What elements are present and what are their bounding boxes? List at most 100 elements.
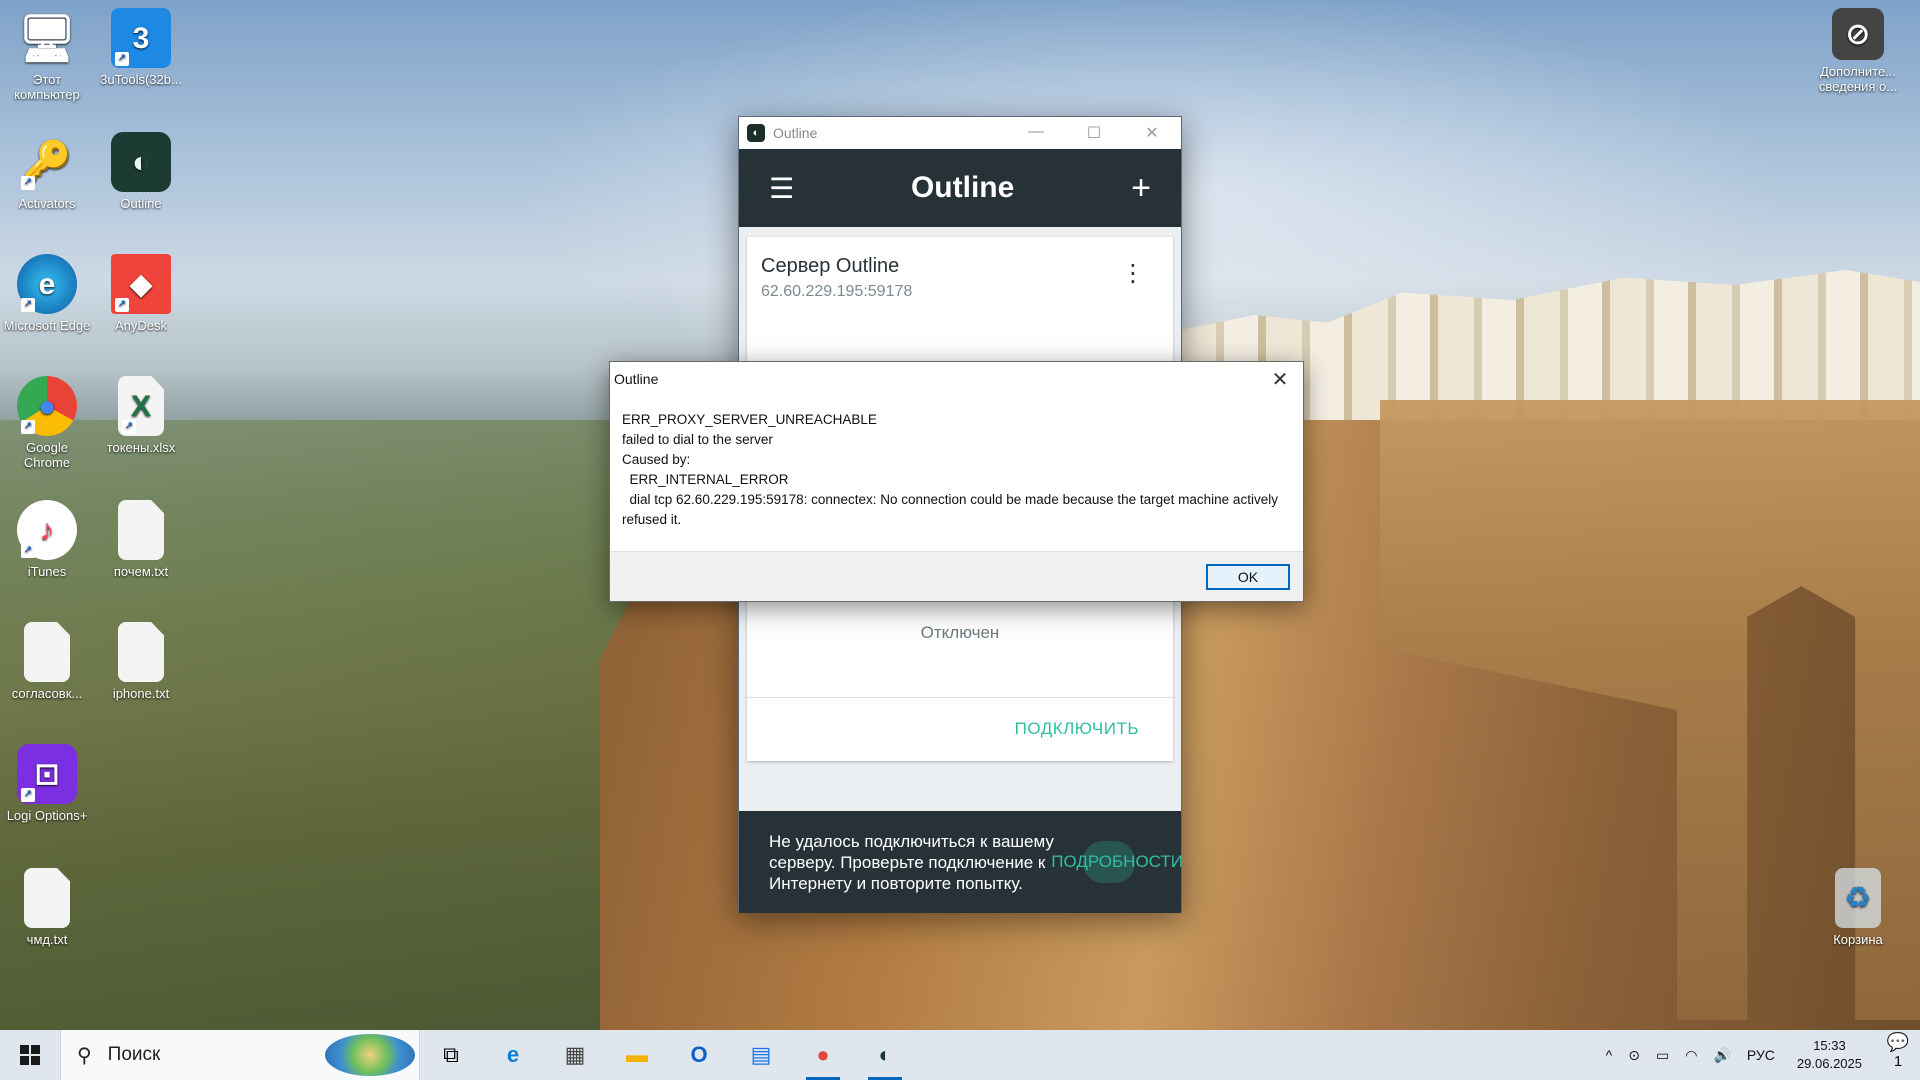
desktop-icon-label: Microsoft Edge xyxy=(3,318,91,333)
minimize-button[interactable]: — xyxy=(1007,123,1065,143)
outline-app-icon: ◐ xyxy=(747,124,765,142)
dialog-titlebar[interactable]: Outline ✕ xyxy=(610,362,1303,396)
search-placeholder: Поиск xyxy=(107,1044,161,1065)
recycle-bin-icon: ♻ xyxy=(1835,868,1881,928)
desktop-icon-outline[interactable]: ◐ Outline xyxy=(96,132,186,211)
desktop-icon-itunes[interactable]: ♪ ↗ iTunes xyxy=(2,500,92,579)
folder-icon: ▬ xyxy=(626,1042,648,1067)
connection-status: Отключен xyxy=(920,623,1000,642)
dialog-title: Outline xyxy=(614,371,659,387)
desktop-icon-edge[interactable]: e ↗ Microsoft Edge xyxy=(2,254,92,333)
desktop-icon-recycle-bin[interactable]: ♻ Корзина xyxy=(1806,868,1910,947)
taskbar-calendar[interactable]: ▤ xyxy=(730,1030,792,1080)
taskbar-search[interactable]: ⚲ Поиск xyxy=(60,1030,420,1080)
notification-icon: 💬 xyxy=(1886,1032,1910,1052)
logi-options-icon: ⊡ ↗ xyxy=(17,744,77,804)
taskbar-file-explorer[interactable]: ▬ xyxy=(606,1030,668,1080)
desktop-icon-label: AnyDesk xyxy=(114,318,168,333)
desktop-icon-label: чмд.txt xyxy=(26,932,68,947)
computer-icon: 🖥 xyxy=(17,11,77,64)
taskbar-calculator[interactable]: ▦ xyxy=(544,1030,606,1080)
snackbar-message: Не удалось подключиться к вашему серверу… xyxy=(769,832,1054,893)
chrome-icon: ● ↗ xyxy=(17,376,77,436)
card-divider xyxy=(747,697,1173,698)
taskbar-chrome[interactable]: ● xyxy=(792,1030,854,1080)
desktop-icon-label: Дополните... сведения о... xyxy=(1818,64,1898,94)
taskbar-outline[interactable]: ◐ xyxy=(854,1030,916,1080)
shortcut-arrow-icon: ↗ xyxy=(21,420,35,434)
desktop-icon-label: почем.txt xyxy=(113,564,169,579)
search-highlight-art xyxy=(325,1034,415,1076)
desktop-icon-label: Корзина xyxy=(1833,932,1883,947)
desktop-icon-tokens-xlsx[interactable]: X ↗ токены.xlsx xyxy=(96,376,186,455)
desktop-icon-soglasovk[interactable]: согласовк... xyxy=(2,622,92,701)
desktop-icon-iphone-txt[interactable]: iphone.txt xyxy=(96,622,186,701)
edge-icon: e ↗ xyxy=(17,254,77,314)
desktop-icon-label: Google Chrome xyxy=(23,440,71,470)
outlook-icon: O xyxy=(690,1042,708,1067)
excel-file-icon: X ↗ xyxy=(118,376,164,436)
system-tray: ^ ⊙ ▭ ◠ 🔊 РУС 15:33 29.06.2025 💬 1 xyxy=(1598,1030,1920,1080)
notification-count-badge: 1 xyxy=(1893,1053,1903,1070)
add-server-button[interactable]: + xyxy=(1131,169,1151,208)
clock-time: 15:33 xyxy=(1813,1038,1846,1053)
desktop-icon-3utools[interactable]: 3 ↗ 3uTools(32b... xyxy=(96,8,186,87)
desktop-icon-additional-info[interactable]: ⊘ Дополните... сведения о... xyxy=(1806,8,1910,94)
shortcut-arrow-icon: ↗ xyxy=(122,420,136,434)
server-address: 62.60.229.195:59178 xyxy=(761,283,913,300)
hamburger-menu-icon[interactable]: ☰ xyxy=(769,172,794,205)
dialog-close-button[interactable]: ✕ xyxy=(1257,367,1303,392)
text-file-icon xyxy=(24,622,70,682)
task-view-button[interactable]: ⧉ xyxy=(420,1030,482,1080)
outline-window-titlebar[interactable]: ◐ Outline — ☐ ✕ xyxy=(739,117,1181,149)
notification-center-button[interactable]: 💬 1 xyxy=(1876,1032,1920,1078)
details-button[interactable]: ПОДРОБНОСТИ xyxy=(1051,851,1183,872)
start-button[interactable] xyxy=(0,1030,60,1080)
dialog-footer: OK xyxy=(610,551,1303,601)
desktop-icon-label: Outline xyxy=(120,196,162,211)
taskbar-outlook[interactable]: O xyxy=(668,1030,730,1080)
desktop-icon-chrome[interactable]: ● ↗ Google Chrome xyxy=(2,376,92,470)
shortcut-arrow-icon: ↗ xyxy=(21,544,35,558)
windows-logo-icon xyxy=(20,1045,40,1065)
dialog-message: ERR_PROXY_SERVER_UNREACHABLE failed to d… xyxy=(622,412,1278,527)
volume-icon[interactable]: 🔊 xyxy=(1705,1047,1738,1064)
shortcut-arrow-icon: ↗ xyxy=(21,788,35,802)
desktop-icon-this-pc[interactable]: 🖥 Этот компьютер xyxy=(2,8,92,103)
desktop-icon-label: токены.xlsx xyxy=(106,440,176,455)
error-snackbar: Не удалось подключиться к вашему серверу… xyxy=(739,811,1183,913)
clock[interactable]: 15:33 29.06.2025 xyxy=(1783,1037,1876,1073)
desktop-icon-label: Logi Options+ xyxy=(6,808,88,823)
meet-now-icon[interactable]: ⊙ xyxy=(1620,1047,1648,1064)
connect-button[interactable]: ПОДКЛЮЧИТЬ xyxy=(1015,719,1139,739)
battery-icon[interactable]: ▭ xyxy=(1648,1047,1677,1064)
input-language[interactable]: РУС xyxy=(1739,1047,1783,1063)
search-icon: ⚲ xyxy=(77,1044,92,1067)
desktop-icon-label: 3uTools(32b... xyxy=(100,72,182,87)
desktop-icon-label: iphone.txt xyxy=(112,686,170,701)
more-vert-icon[interactable]: ⋮ xyxy=(1121,259,1145,288)
network-icon[interactable]: ◠ xyxy=(1677,1047,1705,1064)
desktop-icon-pochem-txt[interactable]: почем.txt xyxy=(96,500,186,579)
desktop-icon-chmd-txt[interactable]: чмд.txt xyxy=(2,868,92,947)
edge-icon: e xyxy=(506,1042,520,1067)
calendar-icon: ▤ xyxy=(750,1042,772,1067)
app-header: ☰ Outline + xyxy=(739,149,1181,227)
calculator-icon: ▦ xyxy=(564,1042,586,1067)
outline-app-icon: ◐ xyxy=(878,1042,892,1067)
error-dialog: Outline ✕ ERR_PROXY_SERVER_UNREACHABLE f… xyxy=(609,361,1304,602)
text-file-icon xyxy=(118,622,164,682)
maximize-button[interactable]: ☐ xyxy=(1065,123,1123,143)
chrome-icon: ● xyxy=(816,1042,830,1067)
desktop-icon-logi-options[interactable]: ⊡ ↗ Logi Options+ xyxy=(2,744,92,823)
text-file-icon xyxy=(24,868,70,928)
desktop-icon-activators[interactable]: 🔑 ↗ Activators xyxy=(2,132,92,212)
desktop-icon-label: Activators xyxy=(18,196,76,211)
taskbar-edge[interactable]: e xyxy=(482,1030,544,1080)
desktop-icon-anydesk[interactable]: ◆ ↗ AnyDesk xyxy=(96,254,186,333)
close-button[interactable]: ✕ xyxy=(1123,123,1181,143)
server-name: Сервер Outline xyxy=(761,255,900,277)
show-hidden-icons-chevron-icon[interactable]: ^ xyxy=(1598,1047,1621,1063)
desktop-icon-label: Этот компьютер xyxy=(14,72,80,102)
ok-button[interactable]: OK xyxy=(1206,564,1290,590)
